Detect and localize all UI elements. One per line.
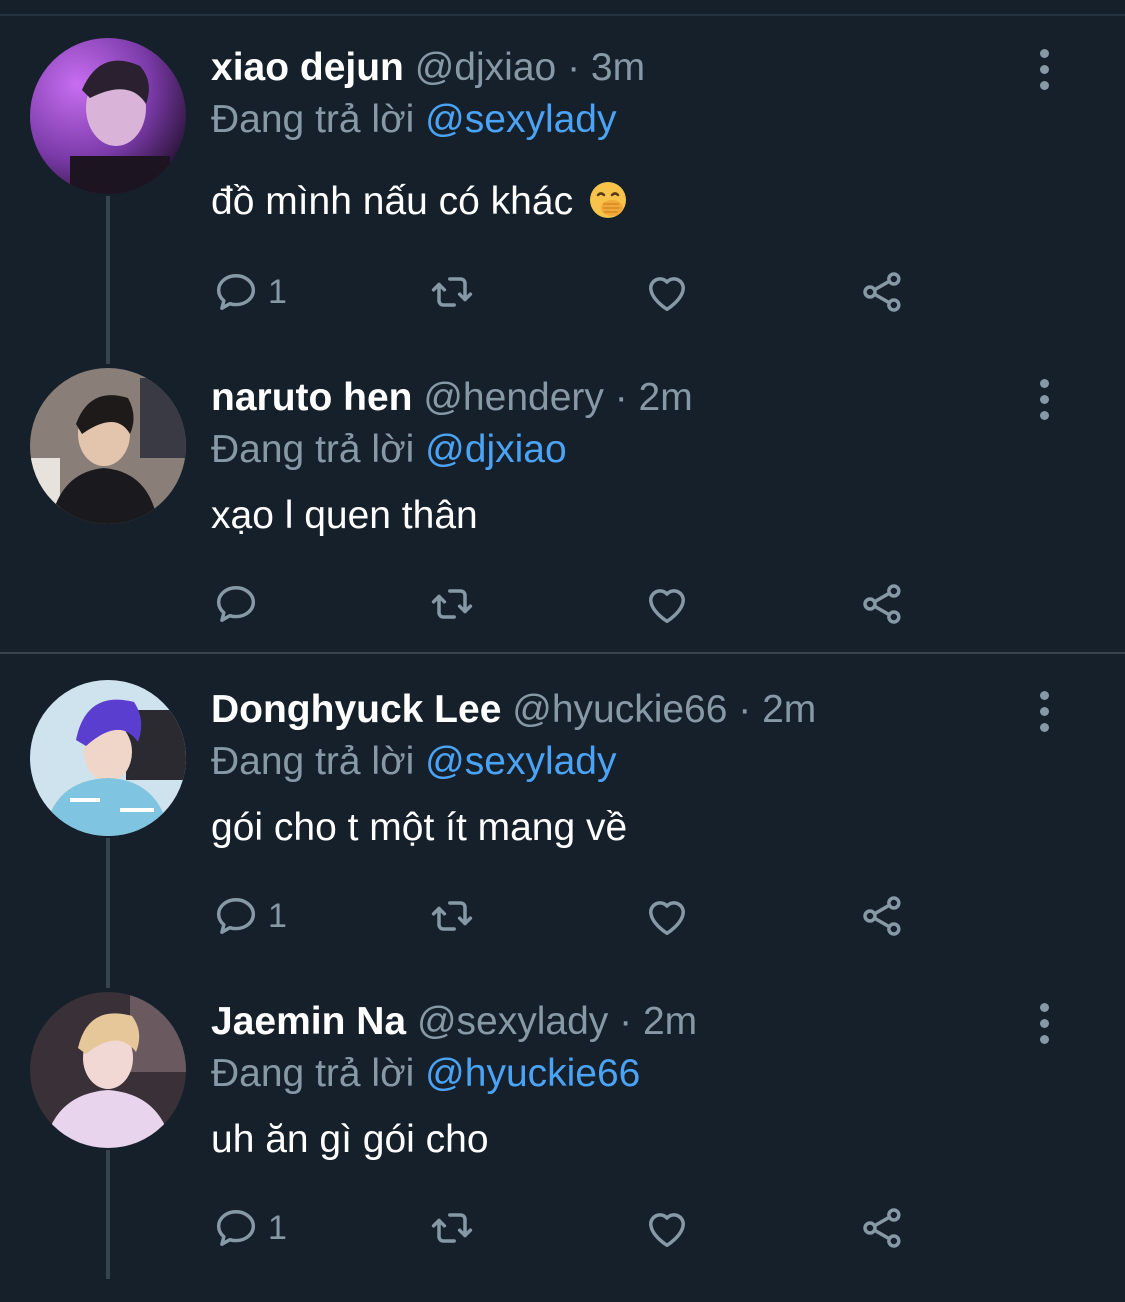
- retweet-icon: [431, 901, 473, 931]
- reply-icon: [216, 898, 256, 934]
- retweet-icon: [431, 589, 473, 619]
- tweet-text: uh ăn gì gói cho: [211, 1118, 489, 1161]
- replying-label: Đang trả lời: [211, 1052, 415, 1095]
- reply-count: 1: [268, 896, 287, 935]
- avatar-image: [30, 992, 186, 1148]
- share-button[interactable]: [857, 262, 909, 322]
- retweet-icon: [431, 277, 473, 307]
- share-button[interactable]: [857, 1198, 909, 1258]
- reply-count: 1: [268, 1208, 287, 1247]
- retweet-button[interactable]: [426, 1198, 478, 1258]
- avatar-image: [30, 38, 186, 194]
- reply-icon: [216, 586, 256, 622]
- avatar-image: [30, 368, 186, 524]
- avatar[interactable]: [30, 680, 186, 836]
- replying-label: Đang trả lời: [211, 98, 415, 141]
- share-button[interactable]: [857, 886, 909, 946]
- share-button[interactable]: [857, 574, 909, 634]
- share-icon: [863, 1208, 901, 1248]
- share-icon: [863, 584, 901, 624]
- tweet-actions: 1: [0, 1198, 1125, 1258]
- retweet-button[interactable]: [426, 886, 478, 946]
- reply-icon: [216, 1210, 256, 1246]
- mention-link[interactable]: @djxiao: [425, 428, 567, 471]
- tweet-actions: 1: [0, 262, 1125, 322]
- reply-icon: [216, 274, 256, 310]
- display-name[interactable]: xiao dejun: [211, 46, 404, 89]
- mention-link[interactable]: @sexylady: [425, 740, 616, 783]
- mention-link[interactable]: @hyuckie66: [425, 1052, 640, 1095]
- retweet-icon: [431, 1213, 473, 1243]
- face-with-hand-over-mouth-icon: [589, 182, 626, 218]
- replying-label: Đang trả lời: [211, 428, 415, 471]
- more-options-icon[interactable]: [1024, 44, 1064, 94]
- more-options-icon[interactable]: [1024, 998, 1064, 1048]
- replying-to: Đang trả lời @sexylady: [211, 96, 617, 144]
- reply-button[interactable]: 1: [210, 262, 287, 322]
- avatar[interactable]: [30, 368, 186, 524]
- like-button[interactable]: [641, 886, 693, 946]
- more-options-icon[interactable]: [1024, 374, 1064, 424]
- tweet-text: đồ mình nấu có khác: [211, 178, 628, 226]
- tweet-header: naruto hen @hendery · 2m: [211, 374, 693, 422]
- reply-count: 1: [268, 272, 287, 311]
- tweet-header: Donghyuck Lee @hyuckie66 · 2m: [211, 686, 816, 734]
- replying-to: Đang trả lời @hyuckie66: [211, 1050, 640, 1098]
- tweet-header: Jaemin Na @sexylady · 2m: [211, 998, 697, 1046]
- tweet[interactable]: xiao dejun @djxiao · 3m Đang trả lời @se…: [0, 38, 1125, 348]
- like-button[interactable]: [641, 574, 693, 634]
- display-name[interactable]: Jaemin Na: [211, 1000, 406, 1043]
- reply-button[interactable]: 1: [210, 1198, 287, 1258]
- reply-button[interactable]: 1: [210, 886, 287, 946]
- like-button[interactable]: [641, 1198, 693, 1258]
- timestamp[interactable]: · 2m: [615, 376, 693, 419]
- avatar[interactable]: [30, 992, 186, 1148]
- handle[interactable]: @djxiao: [415, 46, 557, 89]
- tweet-header: xiao dejun @djxiao · 3m: [211, 44, 645, 92]
- heart-icon: [649, 1213, 685, 1248]
- tweet-actions: 1: [0, 886, 1125, 946]
- tweet-text: gói cho t một ít mang về: [211, 806, 628, 849]
- avatar[interactable]: [30, 38, 186, 194]
- tweet-text-content: đồ mình nấu có khác: [211, 180, 574, 223]
- handle[interactable]: @sexylady: [417, 1000, 608, 1043]
- replying-to: Đang trả lời @sexylady: [211, 738, 617, 786]
- more-options-icon[interactable]: [1024, 686, 1064, 736]
- tweet[interactable]: naruto hen @hendery · 2m Đang trả lời @d…: [0, 368, 1125, 678]
- tweet[interactable]: Jaemin Na @sexylady · 2m Đang trả lời @h…: [0, 992, 1125, 1302]
- reply-button[interactable]: [210, 574, 268, 634]
- retweet-button[interactable]: [426, 262, 478, 322]
- replying-label: Đang trả lời: [211, 740, 415, 783]
- mention-link[interactable]: @sexylady: [425, 98, 616, 141]
- tweet[interactable]: Donghyuck Lee @hyuckie66 · 2m Đang trả l…: [0, 680, 1125, 990]
- display-name[interactable]: Donghyuck Lee: [211, 688, 501, 731]
- handle[interactable]: @hyuckie66: [512, 688, 727, 731]
- tweet-text: xạo l quen thân: [211, 494, 478, 537]
- timestamp[interactable]: · 2m: [619, 1000, 697, 1043]
- timestamp[interactable]: · 3m: [567, 46, 645, 89]
- heart-icon: [649, 277, 685, 312]
- avatar-image: [30, 680, 186, 836]
- handle[interactable]: @hendery: [423, 376, 604, 419]
- timestamp[interactable]: · 2m: [738, 688, 816, 731]
- heart-icon: [649, 589, 685, 624]
- display-name[interactable]: naruto hen: [211, 376, 413, 419]
- top-divider: [0, 14, 1125, 16]
- retweet-button[interactable]: [426, 574, 478, 634]
- tweet-actions: [0, 574, 1125, 634]
- like-button[interactable]: [641, 262, 693, 322]
- share-icon: [863, 272, 901, 312]
- replying-to: Đang trả lời @djxiao: [211, 426, 567, 474]
- share-icon: [863, 896, 901, 936]
- heart-icon: [649, 901, 685, 936]
